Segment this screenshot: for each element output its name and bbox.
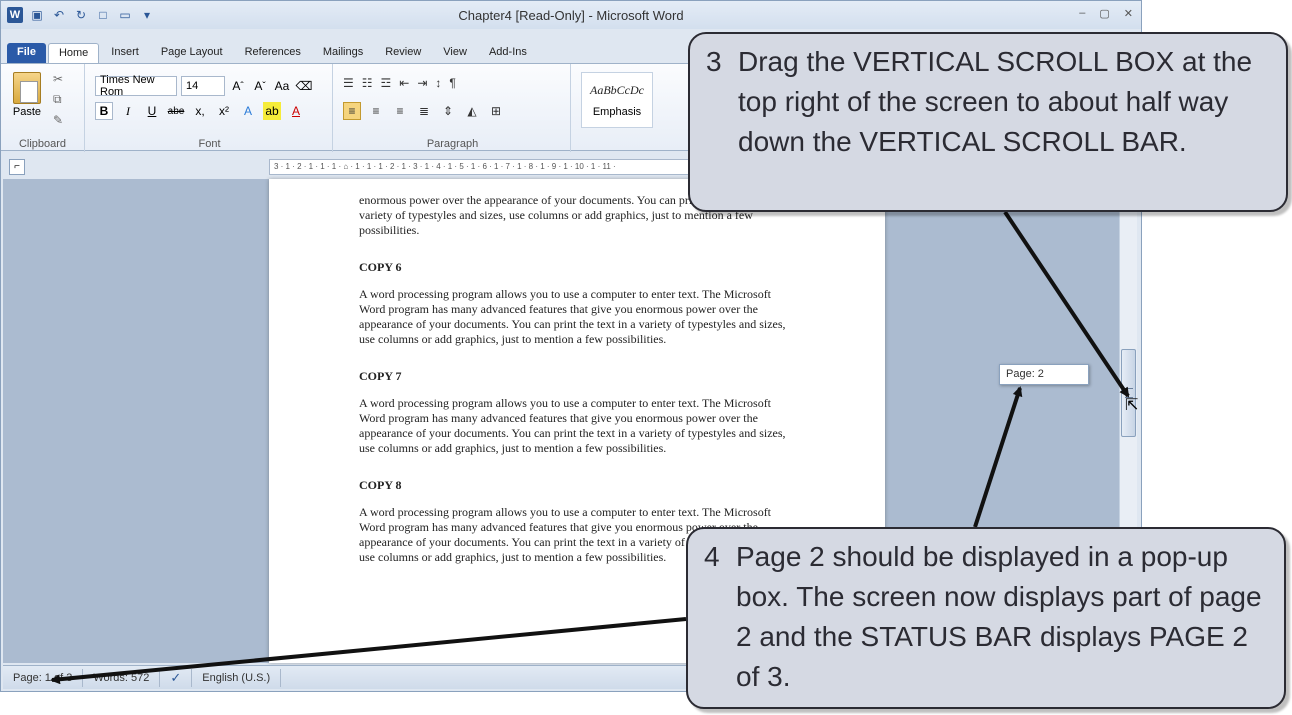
format-painter-icon[interactable]: ✎ [53, 113, 63, 127]
decrease-indent-icon[interactable]: ⇤ [399, 76, 409, 90]
status-page-count[interactable]: Page: 1 of 3 [3, 668, 84, 687]
close-button[interactable]: ✕ [1124, 7, 1133, 20]
multilevel-list-icon[interactable]: ☲ [381, 76, 392, 90]
window-controls: – ▢ ✕ [1079, 7, 1133, 20]
text-effects-icon[interactable]: A [239, 102, 257, 120]
vertical-scroll-box[interactable] [1121, 349, 1136, 437]
tab-file[interactable]: File [7, 43, 46, 63]
align-left-icon[interactable]: ≡ [343, 102, 361, 120]
align-center-icon[interactable]: ≡ [367, 102, 385, 120]
mouse-pointer-icon: ⇱ [1125, 397, 1139, 414]
maximize-button[interactable]: ▢ [1099, 7, 1109, 20]
italic-button[interactable]: I [119, 102, 137, 120]
undo-icon[interactable]: ↶ [51, 7, 67, 23]
window-title: Chapter4 [Read-Only] - Microsoft Word [458, 7, 684, 23]
quick-access-toolbar: W ▣ ↶ ↻ □ ▭ ▾ [1, 7, 155, 23]
paragraph-group-label: Paragraph [426, 138, 479, 150]
grow-font-icon[interactable]: Aˆ [229, 77, 247, 95]
tab-review[interactable]: Review [375, 43, 431, 63]
copy-icon[interactable]: ⧉ [53, 92, 63, 107]
paste-icon [13, 72, 41, 104]
superscript-button[interactable]: x² [215, 102, 233, 120]
redo-icon[interactable]: ↻ [73, 7, 89, 23]
customize-qat-icon[interactable]: ▾ [139, 7, 155, 23]
callout-step-3-text: Drag the VERTICAL SCROLL BOX at the top … [738, 46, 1253, 157]
save-icon[interactable]: ▣ [29, 7, 45, 23]
sort-icon[interactable]: ↕ [435, 76, 441, 90]
shading-icon[interactable]: ◭ [463, 102, 481, 120]
paste-button[interactable]: Paste [9, 72, 45, 118]
paragraph-group: ☰ ☷ ☲ ⇤ ⇥ ↕ ¶ ≡ ≡ ≡ ≣ ⇕ ◭ ⊞ Paragraph [335, 64, 571, 152]
bold-button[interactable]: B [95, 102, 113, 120]
bullets-icon[interactable]: ☰ [343, 76, 354, 90]
font-row-2: B I U abe x, x² A ab A [95, 102, 305, 120]
font-name-box[interactable]: Times New Rom [95, 74, 177, 98]
heading-copy-7: COPY 7 [359, 369, 402, 383]
tab-insert[interactable]: Insert [101, 43, 149, 63]
callout-step-3: 3 Drag the VERTICAL SCROLL BOX at the to… [688, 32, 1288, 212]
style-label: Emphasis [592, 106, 642, 118]
clear-formatting-icon[interactable]: ⌫ [295, 77, 313, 95]
tab-view[interactable]: View [433, 43, 477, 63]
word-logo-icon[interactable]: W [7, 7, 23, 23]
paste-label: Paste [12, 106, 42, 118]
status-word-count[interactable]: Words: 572 [83, 668, 161, 687]
title-bar: W ▣ ↶ ↻ □ ▭ ▾ Chapter4 [Read-Only] - Mic… [1, 1, 1141, 29]
strikethrough-button[interactable]: abe [167, 102, 185, 120]
subscript-button[interactable]: x, [191, 102, 209, 120]
tab-selector-button[interactable]: ⌐ [9, 159, 25, 175]
clipboard-group-label: Clipboard [18, 138, 67, 150]
underline-button[interactable]: U [143, 102, 161, 120]
proofing-icon[interactable]: ✓ [160, 668, 193, 687]
page-popup-tooltip: Page: 2 [999, 364, 1089, 385]
tab-add-ins[interactable]: Add-Ins [479, 43, 537, 63]
font-group: Times New Rom 14 Aˆ Aˇ Aa ⌫ B I U abe x,… [87, 64, 333, 152]
borders-icon[interactable]: ⊞ [487, 102, 505, 120]
new-document-icon[interactable]: □ [95, 7, 111, 23]
paragraph-row-2: ≡ ≡ ≡ ≣ ⇕ ◭ ⊞ [343, 102, 505, 120]
tab-home[interactable]: Home [47, 43, 100, 63]
paragraph-copy-7: A word processing program allows you to … [359, 396, 786, 455]
callout-step-4-text: Page 2 should be displayed in a pop-up b… [736, 541, 1262, 692]
justify-icon[interactable]: ≣ [415, 102, 433, 120]
font-size-box[interactable]: 14 [181, 76, 225, 96]
tab-references[interactable]: References [235, 43, 311, 63]
tab-page-layout[interactable]: Page Layout [151, 43, 233, 63]
align-right-icon[interactable]: ≡ [391, 102, 409, 120]
clipboard-small-buttons: ✂ ⧉ ✎ [53, 72, 63, 127]
font-group-label: Font [198, 138, 221, 150]
change-case-button[interactable]: Aa [273, 77, 291, 95]
callout-step-3-number: 3 [706, 46, 722, 77]
increase-indent-icon[interactable]: ⇥ [417, 76, 427, 90]
minimize-button[interactable]: – [1079, 7, 1085, 20]
tab-mailings[interactable]: Mailings [313, 43, 373, 63]
heading-copy-8: COPY 8 [359, 478, 402, 492]
styles-group: AaBbCcDc Emphasis [573, 64, 693, 152]
line-spacing-icon[interactable]: ⇕ [439, 102, 457, 120]
clipboard-group: Paste ✂ ⧉ ✎ Clipboard [1, 64, 85, 152]
shrink-font-icon[interactable]: Aˇ [251, 77, 269, 95]
highlight-icon[interactable]: ab [263, 102, 281, 120]
heading-copy-6: COPY 6 [359, 260, 402, 274]
callout-step-4: 4 Page 2 should be displayed in a pop-up… [686, 527, 1286, 709]
paragraph-row-1: ☰ ☷ ☲ ⇤ ⇥ ↕ ¶ [343, 76, 456, 90]
show-formatting-icon[interactable]: ¶ [449, 76, 455, 90]
font-color-icon[interactable]: A [287, 102, 305, 120]
style-sample: AaBbCcDc [590, 83, 644, 97]
styles-gallery: AaBbCcDc Emphasis [581, 72, 653, 128]
cut-icon[interactable]: ✂ [53, 72, 63, 86]
numbering-icon[interactable]: ☷ [362, 76, 373, 90]
style-emphasis[interactable]: AaBbCcDc Emphasis [581, 72, 653, 128]
font-row-1: Times New Rom 14 Aˆ Aˇ Aa ⌫ [95, 74, 313, 98]
paragraph-copy-6: A word processing program allows you to … [359, 287, 786, 346]
open-folder-icon[interactable]: ▭ [117, 7, 133, 23]
callout-step-4-number: 4 [704, 541, 720, 572]
status-language[interactable]: English (U.S.) [192, 668, 282, 687]
